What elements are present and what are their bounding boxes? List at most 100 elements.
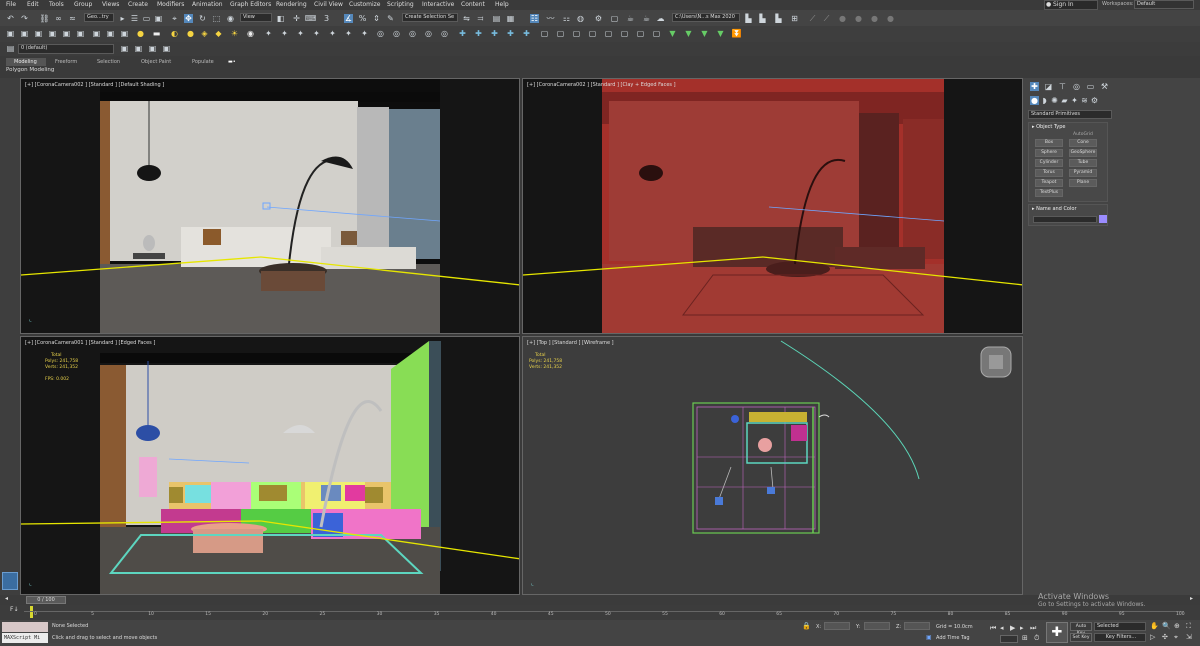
teapot-button[interactable]: Teapot: [1035, 179, 1063, 187]
time-slider-track[interactable]: 0 / 100 ◂ ▸: [0, 595, 1200, 605]
zoom-icon[interactable]: 🔍: [1162, 622, 1171, 630]
render-production-icon[interactable]: ☕: [626, 14, 635, 23]
tool-icon[interactable]: ▢: [620, 29, 629, 38]
x-coordinate-field[interactable]: [824, 622, 850, 630]
render-tool-icon[interactable]: ◎: [408, 29, 417, 38]
lock-selection-icon[interactable]: 🔒: [802, 622, 811, 630]
pan-icon[interactable]: ✋: [1150, 622, 1159, 630]
menu-views[interactable]: Views: [102, 1, 119, 8]
maxscript-input[interactable]: MAXScript Mi: [2, 633, 48, 643]
previous-frame-icon[interactable]: ◂: [1000, 624, 1004, 632]
helpers-icon[interactable]: ✦: [1070, 96, 1079, 105]
motion-tab-icon[interactable]: ◎: [1072, 82, 1081, 91]
light-icon[interactable]: ◐: [170, 29, 179, 38]
tool-icon[interactable]: ✚: [474, 29, 483, 38]
tool-icon[interactable]: ▼: [716, 29, 725, 38]
tool-icon[interactable]: ▼: [684, 29, 693, 38]
z-coordinate-field[interactable]: [904, 622, 930, 630]
light-icon[interactable]: ◆: [214, 29, 223, 38]
tool-icon[interactable]: ⟋: [822, 14, 831, 23]
keyboard-shortcut-icon[interactable]: ⌨: [305, 14, 317, 23]
tube-button[interactable]: Tube: [1069, 159, 1097, 167]
filter-icon[interactable]: F↓: [10, 606, 18, 613]
utilities-tab-icon[interactable]: ⚒: [1100, 82, 1109, 91]
tool-icon[interactable]: ⟋: [808, 14, 817, 23]
render-tool-icon[interactable]: ✦: [264, 29, 273, 38]
window-crossing-icon[interactable]: ▣: [154, 14, 163, 23]
menu-modifiers[interactable]: Modifiers: [157, 1, 184, 8]
menu-customize[interactable]: Customize: [349, 1, 381, 8]
container-icon[interactable]: ▣: [62, 29, 71, 38]
spinner-snap-icon[interactable]: ⇕: [372, 14, 381, 23]
render-setup-icon[interactable]: ⚙: [594, 14, 603, 23]
light-icon[interactable]: ●: [136, 29, 145, 38]
viewport-camera-clay[interactable]: [+] [CoronaCamera002 ] [Standard ] [Clay…: [522, 78, 1023, 334]
tool-icon[interactable]: ✚: [490, 29, 499, 38]
render-tool-icon[interactable]: ✦: [296, 29, 305, 38]
orbit-icon[interactable]: ✣: [1162, 633, 1168, 641]
rendered-frame-icon[interactable]: ▢: [610, 14, 619, 23]
container-icon[interactable]: ▣: [106, 29, 115, 38]
tool-icon[interactable]: ⏬: [732, 29, 742, 38]
snaps-toggle-icon[interactable]: 3: [322, 14, 331, 23]
edit-named-selection-icon[interactable]: ✎: [386, 14, 395, 23]
dot-icon[interactable]: ●: [870, 14, 879, 23]
selection-filter-dropdown[interactable]: Geo...try: [84, 13, 114, 22]
container-icon[interactable]: ▣: [20, 29, 29, 38]
render-tool-icon[interactable]: ◎: [424, 29, 433, 38]
tool-icon[interactable]: ▢: [556, 29, 565, 38]
slider-left-icon[interactable]: ◂: [5, 595, 8, 602]
menu-tools[interactable]: Tools: [49, 1, 64, 8]
zoom-all-icon[interactable]: ⊕: [1174, 622, 1180, 630]
viewport-layouts-icon[interactable]: [2, 572, 18, 590]
category-dropdown[interactable]: Standard Primitives: [1028, 110, 1112, 119]
y-coordinate-field[interactable]: [864, 622, 890, 630]
spacewarps-icon[interactable]: ≋: [1080, 96, 1089, 105]
container-icon[interactable]: ▣: [92, 29, 101, 38]
set-key-button[interactable]: Set Key: [1070, 633, 1092, 642]
menu-create[interactable]: Create: [128, 1, 148, 8]
link-icon[interactable]: ⛓: [39, 14, 49, 23]
modify-tab-icon[interactable]: ◪: [1044, 82, 1053, 91]
dot-icon[interactable]: ●: [854, 14, 863, 23]
tool-icon[interactable]: ▼: [700, 29, 709, 38]
angle-snap-icon[interactable]: ∡: [344, 14, 353, 23]
display-tab-icon[interactable]: ▭: [1086, 82, 1095, 91]
viewport-label[interactable]: [+] [Top ] [Standard ] [Wireframe ]: [527, 340, 614, 346]
schematic-view-icon[interactable]: ⚏: [562, 14, 571, 23]
tab-modeling[interactable]: Modeling: [6, 58, 46, 66]
box-button[interactable]: Box: [1035, 139, 1063, 147]
shapes-icon[interactable]: ◗: [1040, 96, 1049, 105]
next-frame-icon[interactable]: ▸: [1020, 624, 1024, 632]
plane-icon[interactable]: ▬: [152, 29, 161, 38]
select-and-link-icon[interactable]: ⌖: [170, 14, 179, 23]
walkthrough-icon[interactable]: ⌖: [1174, 633, 1178, 642]
menu-content[interactable]: Content: [461, 1, 485, 8]
dot-icon[interactable]: ●: [838, 14, 847, 23]
play-icon[interactable]: ▶: [1010, 624, 1015, 632]
container-icon[interactable]: ▣: [6, 29, 15, 38]
menu-interactive[interactable]: Interactive: [422, 1, 454, 8]
layer-tool-icon[interactable]: ▣: [134, 44, 143, 53]
render-cloud-icon[interactable]: ☁: [656, 14, 665, 23]
container-icon[interactable]: ▣: [48, 29, 57, 38]
tool-icon[interactable]: ▢: [604, 29, 613, 38]
unlink-icon[interactable]: ∞: [54, 14, 63, 23]
render-tool-icon[interactable]: ◎: [392, 29, 401, 38]
layer-tool-icon[interactable]: ▣: [162, 44, 171, 53]
menu-file[interactable]: File: [6, 1, 16, 8]
time-config-icon[interactable]: ⏱: [1034, 634, 1039, 643]
render-tool-icon[interactable]: ✦: [280, 29, 289, 38]
viewport-camera-edged-faces[interactable]: [+] [CoronaCamera001 ] [Standard ] [Edge…: [20, 336, 520, 595]
undo-icon[interactable]: ↶: [6, 14, 15, 23]
maxscript-listener[interactable]: [2, 622, 48, 632]
tool-icon[interactable]: ▢: [636, 29, 645, 38]
light-icon[interactable]: ◈: [200, 29, 209, 38]
tab-freeform[interactable]: Freeform: [55, 58, 77, 66]
add-time-tag-button[interactable]: Add Time Tag: [936, 635, 970, 641]
scene-explorer-icon[interactable]: ☷: [530, 14, 539, 23]
tab-populate[interactable]: Populate: [192, 58, 214, 66]
select-and-rotate-icon[interactable]: ↻: [198, 14, 207, 23]
tool-icon[interactable]: ▢: [652, 29, 661, 38]
tool-icon[interactable]: ✚: [522, 29, 531, 38]
